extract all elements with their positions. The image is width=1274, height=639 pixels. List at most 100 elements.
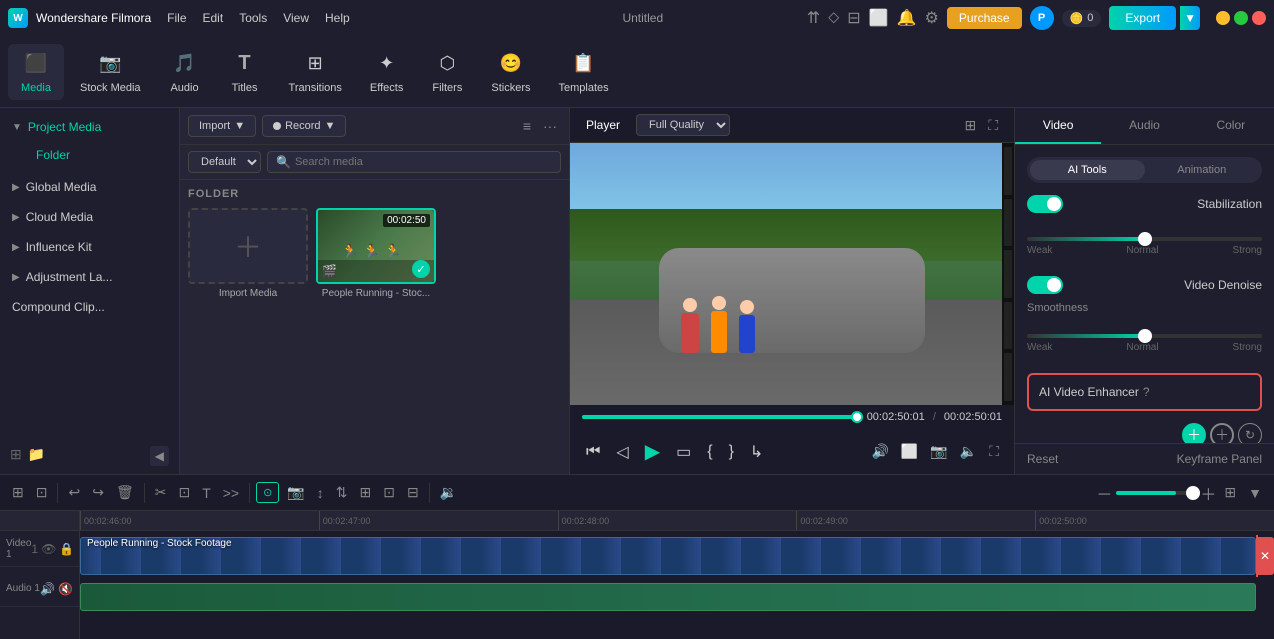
record-button[interactable]: Record ▼ [262,115,346,137]
reset-button[interactable]: Reset [1027,452,1058,466]
search-input[interactable] [295,156,552,168]
sidebar-item-compound[interactable]: Compound Clip... [0,292,179,322]
timeline-layout-icon[interactable]: ⊞ [8,480,28,505]
skip-back-button[interactable]: ⏮ [582,439,604,465]
nav-icon-3[interactable]: ⊟ [847,8,860,28]
sidebar-item-adjustment[interactable]: ▶ Adjustment La... [0,262,179,292]
video-clip[interactable]: People Running - Stock Footage [80,537,1256,575]
filter-icon[interactable]: ≡ [519,114,535,138]
grid-icon[interactable]: ⊞ [1220,480,1240,505]
nav-icon-4[interactable]: ⬜ [869,8,889,28]
toolbar-transitions[interactable]: ⊞ Transitions [277,44,354,100]
menu-tools[interactable]: Tools [239,11,267,25]
denoise-slider[interactable] [1027,334,1262,338]
toolbar-stickers[interactable]: 😊 Stickers [479,44,542,100]
tab-color[interactable]: Color [1188,108,1274,144]
add-folder-icon[interactable]: ⊞ [10,446,22,466]
camera-shot-icon[interactable]: 📷 [927,440,950,463]
grid-view-icon[interactable]: ⊞ [960,115,980,136]
stabilization-thumb[interactable] [1138,232,1152,246]
nav-icon-2[interactable]: ⬦ [828,9,839,27]
denoise-thumb[interactable] [1138,329,1152,343]
sidebar-item-cloud-media[interactable]: ▶ Cloud Media [0,202,179,232]
keyframe-panel-button[interactable]: Keyframe Panel [1177,452,1262,466]
timeline-tool-8[interactable]: ⊡ [379,480,399,505]
folder-icon[interactable]: 📁 [28,446,45,466]
text-button[interactable]: T [198,481,215,505]
redo-button[interactable]: ↪ [88,480,108,505]
more-options-icon[interactable]: ▼ [1244,481,1266,505]
add-white-button[interactable]: ＋ [1210,423,1234,443]
win-close[interactable] [1252,11,1266,25]
frame-forward-button[interactable]: ▭ [672,438,695,466]
tab-video[interactable]: Video [1015,108,1101,144]
volume-down-icon[interactable]: 🔉 [436,480,461,505]
export-dropdown-icon[interactable]: ▼ [1180,6,1200,30]
tab-ai-tools[interactable]: AI Tools [1030,160,1145,180]
frame-back-button[interactable]: ◁ [612,438,632,466]
export-button[interactable]: Export [1109,6,1176,30]
timeline-magnet-icon[interactable]: ⊡ [32,480,52,505]
zoom-out-button[interactable]: － [1096,481,1112,505]
timeline-tool-9[interactable]: ⊟ [403,480,423,505]
sidebar-item-global-media[interactable]: ▶ Global Media [0,172,179,202]
timeline-tool-5[interactable]: ↕ [313,481,328,505]
sidebar-item-folder[interactable]: Folder [24,142,179,168]
insert-button[interactable]: ↳ [746,438,767,466]
camera-icon[interactable]: 📷 [283,480,308,505]
crop-icon[interactable]: ⬜ [898,440,921,463]
more-tools-icon[interactable]: >> [219,481,243,505]
video1-number-icon[interactable]: 1 [31,542,38,556]
refresh-button[interactable]: ↻ [1238,423,1262,443]
toolbar-templates[interactable]: 📋 Templates [546,44,620,100]
zoom-thumb[interactable] [1186,486,1200,500]
collapse-icon[interactable]: ◀ [150,446,169,466]
crop-timeline-button[interactable]: ⊡ [174,480,194,505]
expand-icon[interactable]: ⛶ [986,440,1002,463]
purchase-button[interactable]: Purchase [947,7,1022,29]
sort-select[interactable]: Default [188,151,261,173]
sidebar-item-project-media[interactable]: ▼ Project Media [0,112,179,142]
toolbar-filters[interactable]: ⬡ Filters [419,44,475,100]
add-green-button[interactable]: ＋ [1182,423,1206,443]
timeline-tool-6[interactable]: ⇅ [332,480,352,505]
playhead[interactable]: ▼ [1256,535,1258,577]
tab-animation[interactable]: Animation [1145,160,1260,180]
tab-audio[interactable]: Audio [1101,108,1187,144]
cut-button[interactable]: ✂ [151,480,171,505]
progress-bar[interactable] [582,415,859,419]
mark-out-button[interactable]: } [725,439,738,465]
audio-clip[interactable] [80,583,1256,611]
import-media-thumb[interactable]: ＋ [188,208,308,284]
toolbar-stock-media[interactable]: 📷 Stock Media [68,44,153,100]
toolbar-titles[interactable]: T Titles [217,44,273,100]
lock-icon[interactable]: 🔒 [59,542,74,556]
tab-player[interactable]: Player [582,116,624,134]
timeline-tool-7[interactable]: ⊞ [356,480,376,505]
stabilization-toggle[interactable] [1027,195,1063,213]
more-options-icon[interactable]: ··· [539,114,561,138]
sidebar-item-influence-kit[interactable]: ▶ Influence Kit [0,232,179,262]
win-minimize[interactable] [1216,11,1230,25]
menu-file[interactable]: File [167,11,186,25]
undo-button[interactable]: ↩ [64,480,84,505]
fullscreen-icon[interactable]: ⛶ [984,115,1002,136]
nav-icon-5[interactable]: 🔔 [897,8,917,28]
volume-icon[interactable]: 🔈 [957,440,980,463]
play-button[interactable]: ▶ [641,435,664,468]
delete-button[interactable]: 🗑 [112,480,138,505]
audio1-speaker-icon[interactable]: 🔊 [40,582,55,596]
mark-in-button[interactable]: { [703,439,716,465]
denoise-toggle[interactable] [1027,276,1063,294]
win-maximize[interactable] [1234,11,1248,25]
nav-icon-6[interactable]: ⚙ [925,8,939,28]
import-button[interactable]: Import ▼ [188,115,256,137]
menu-view[interactable]: View [283,11,309,25]
speaker-icon[interactable]: 🔊 [868,440,891,463]
menu-help[interactable]: Help [325,11,350,25]
quality-select[interactable]: Full Quality [636,114,730,136]
toolbar-audio[interactable]: 🎵 Audio [157,44,213,100]
toolbar-effects[interactable]: ✦ Effects [358,44,415,100]
progress-thumb[interactable] [851,411,863,423]
people-running-thumb[interactable]: 🏃 🏃 🏃 00:02:50 🎬 ✓ [316,208,436,284]
